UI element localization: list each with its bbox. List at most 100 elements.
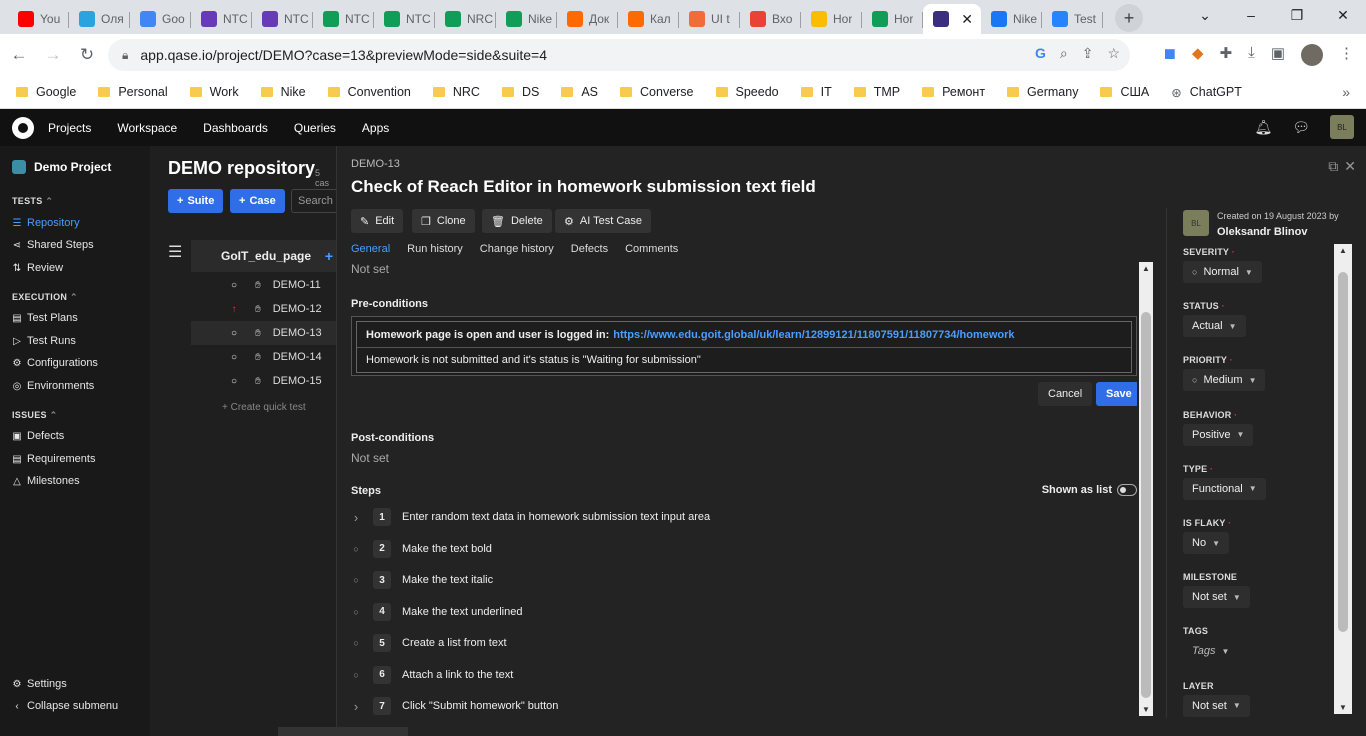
browser-tab[interactable]: Hor xyxy=(862,4,923,34)
browser-tab[interactable]: Док xyxy=(557,4,618,34)
sidebar-item-repository[interactable]: ☰ Repository xyxy=(12,217,80,229)
nav-dashboards[interactable]: Dashboards xyxy=(203,121,268,135)
bookmark-item[interactable]: DS xyxy=(501,85,549,99)
browser-tab[interactable]: You xyxy=(8,4,69,34)
sidebar-item-shared-steps[interactable]: ⋖ Shared Steps xyxy=(12,239,94,251)
bookmark-star-icon[interactable]: ☆ xyxy=(1107,45,1120,62)
bookmark-item[interactable]: Google xyxy=(16,85,86,99)
property-select[interactable]: Actual ▼ xyxy=(1183,315,1246,338)
address-bar[interactable]: 🔒︎ app.qase.io/project/DEMO?case=13&prev… xyxy=(108,39,1130,71)
table-row[interactable]: Homework is not submitted and it's statu… xyxy=(357,347,1131,372)
close-panel-icon[interactable]: ✕ xyxy=(1344,158,1356,175)
browser-tab[interactable]: Вхо xyxy=(740,4,801,34)
bookmark-item[interactable]: AS xyxy=(561,85,608,99)
clone-button[interactable]: ❐ Clone xyxy=(412,209,475,233)
property-select[interactable]: Tags ▼ xyxy=(1183,640,1238,662)
browser-tab[interactable]: ✕ xyxy=(923,4,981,34)
property-select[interactable]: Not set ▼ xyxy=(1183,694,1250,717)
sidebar-item-review[interactable]: ⇅ Review xyxy=(12,262,63,274)
property-select[interactable]: Not set ▼ xyxy=(1183,586,1250,609)
browser-tab[interactable]: NTC xyxy=(374,4,435,34)
browser-tab[interactable]: NTC xyxy=(313,4,374,34)
step-row[interactable]: › 1 Enter random text data in homework sub… xyxy=(351,507,710,527)
translate-extension-icon[interactable]: ◼ xyxy=(1164,44,1176,66)
property-select[interactable]: Positive ▼ xyxy=(1183,423,1254,446)
extensions-puzzle-icon[interactable]: ✚ xyxy=(1220,44,1233,66)
bookmark-item[interactable]: Ремонт xyxy=(922,85,995,99)
tab-general[interactable]: General xyxy=(351,243,390,255)
content-scrollbar[interactable]: ▲ ▼ xyxy=(1139,262,1153,716)
step-row[interactable]: › 7 Click "Submit homework" button xyxy=(351,696,558,716)
close-tab-icon[interactable]: ✕ xyxy=(961,11,973,28)
bookmark-item[interactable]: Nike xyxy=(260,85,316,99)
notifications-bell-icon[interactable]: 🔔︎ xyxy=(1254,119,1272,136)
qase-logo[interactable] xyxy=(12,116,34,139)
scroll-up-icon[interactable]: ▲ xyxy=(1339,246,1347,255)
bookmark-item[interactable]: TMP xyxy=(853,85,910,99)
ai-test-case-button[interactable]: ⚙ AI Test Case xyxy=(555,209,652,233)
step-row[interactable]: ○ 3 Make the text italic xyxy=(351,570,493,590)
browser-tab[interactable]: NTC xyxy=(252,4,313,34)
new-tab-button[interactable]: + xyxy=(1115,4,1143,32)
bookmark-item[interactable]: Germany xyxy=(1007,85,1088,99)
sidebar-item-defects[interactable]: ▣ Defects xyxy=(12,430,64,442)
browser-tab[interactable]: Nike xyxy=(496,4,557,34)
scroll-up-icon[interactable]: ▲ xyxy=(1142,264,1150,273)
chat-icon[interactable]: 💬︎ xyxy=(1292,119,1310,136)
profile-avatar[interactable] xyxy=(1301,44,1323,66)
toggle-switch[interactable] xyxy=(1117,484,1137,496)
forward-icon[interactable]: → xyxy=(38,45,68,65)
suite-row[interactable]: GoIT_edu_page + xyxy=(191,240,341,272)
menu-hamburger-icon[interactable]: ☰ xyxy=(168,242,182,262)
case-row[interactable]: ○ ✋︎ DEMO-13 xyxy=(191,321,341,345)
preconditions-editor[interactable]: Homework page is open and user is logged… xyxy=(351,316,1137,376)
property-select[interactable]: No ▼ xyxy=(1183,532,1229,554)
case-row[interactable]: ○ ✋︎ DEMO-14 xyxy=(191,345,341,369)
browser-tab[interactable]: Hor xyxy=(801,4,862,34)
tab-change-history[interactable]: Change history xyxy=(480,243,554,255)
close-window-button[interactable]: ✕ xyxy=(1320,0,1366,30)
sidebar-item-milestones[interactable]: △ Milestones xyxy=(12,475,79,487)
step-row[interactable]: ○ 5 Create a list from text xyxy=(351,633,507,653)
scrollbar-thumb[interactable] xyxy=(1141,312,1151,698)
browser-tab[interactable]: UI t xyxy=(679,4,740,34)
shown-as-list-toggle[interactable]: Shown as list xyxy=(1042,484,1137,496)
delete-button[interactable]: 🗑︎ Delete xyxy=(482,209,552,233)
side-panel-icon[interactable]: ▣ xyxy=(1271,44,1285,66)
browser-tab[interactable]: Goo xyxy=(130,4,191,34)
minimize-button[interactable]: – xyxy=(1228,0,1274,30)
browser-tab[interactable]: Test xyxy=(1042,4,1103,34)
tab-comments[interactable]: Comments xyxy=(625,243,678,255)
save-button[interactable]: Save xyxy=(1096,382,1137,406)
cancel-button[interactable]: Cancel xyxy=(1038,382,1093,406)
section-execution[interactable]: EXECUTION ⌃ xyxy=(12,292,78,303)
nav-queries[interactable]: Queries xyxy=(294,121,336,135)
case-row[interactable]: ○ ✋︎ DEMO-11 xyxy=(191,273,341,297)
repository-search-input[interactable]: Search f xyxy=(291,189,341,213)
expand-panel-icon[interactable]: ⧉ xyxy=(1328,158,1338,175)
add-to-suite-icon[interactable]: + xyxy=(325,248,333,264)
browser-tab[interactable]: Оля xyxy=(69,4,130,34)
add-case-button[interactable]: + Case xyxy=(230,189,285,213)
properties-scrollbar[interactable]: ▲ ▼ xyxy=(1334,244,1352,714)
table-row[interactable]: Homework page is open and user is logged… xyxy=(357,322,1131,347)
browser-tab[interactable]: NTC xyxy=(191,4,252,34)
property-select[interactable]: ○ Medium ▼ xyxy=(1183,369,1266,392)
bookmarks-overflow-icon[interactable]: » xyxy=(1342,84,1350,100)
case-row[interactable]: ○ ✋︎ DEMO-15 xyxy=(191,369,341,393)
reload-icon[interactable]: ↻ xyxy=(72,45,102,65)
chevron-right-icon[interactable]: › xyxy=(351,510,361,525)
scroll-down-icon[interactable]: ▼ xyxy=(1339,703,1347,712)
section-tests[interactable]: TESTS ⌃ xyxy=(12,196,53,207)
tab-run-history[interactable]: Run history xyxy=(407,243,463,255)
step-row[interactable]: ○ 6 Attach a link to the text xyxy=(351,665,513,685)
nav-workspace[interactable]: Workspace xyxy=(117,121,177,135)
property-select[interactable]: ○ Normal ▼ xyxy=(1183,261,1262,283)
lock-icon[interactable]: 🔒︎ xyxy=(122,48,128,63)
zoom-icon[interactable]: ⌕ xyxy=(1060,45,1068,62)
share-icon[interactable]: ⇪ xyxy=(1082,45,1094,62)
step-row[interactable]: ○ 2 Make the text bold xyxy=(351,539,492,559)
browser-tab[interactable]: Кал xyxy=(618,4,679,34)
horizontal-scrollbar[interactable] xyxy=(278,727,408,736)
scrollbar-thumb[interactable] xyxy=(1338,272,1348,632)
